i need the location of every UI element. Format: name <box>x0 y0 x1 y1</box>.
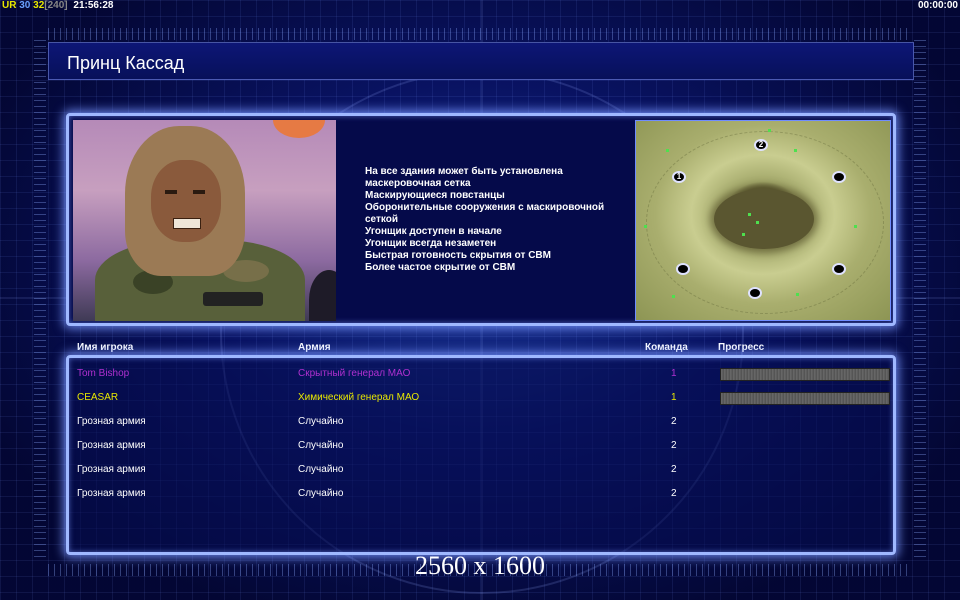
player-army: Скрытный генерал МАО <box>298 368 411 379</box>
ruler-top <box>48 28 912 40</box>
start-position-marker <box>832 263 846 275</box>
player-name: Грозная армия <box>77 416 146 427</box>
player-team: 2 <box>671 488 677 499</box>
start-position-marker: 2 <box>754 139 768 151</box>
general-trait-line: сеткой <box>365 214 399 225</box>
fps-bracket: [240] <box>44 0 68 11</box>
fps-label: UR <box>2 0 17 11</box>
player-progress-bar <box>720 392 890 405</box>
player-row[interactable]: Грозная армия Случайно 2 <box>69 437 893 455</box>
general-trait-line: Угонщик доступен в начале <box>365 226 502 237</box>
general-info-panel: На все здания может быть установлена мас… <box>66 113 896 326</box>
general-trait-line: Маскирующиеся повстанцы <box>365 190 505 201</box>
general-trait-line: Более частое скрытие от СВМ <box>365 262 516 273</box>
header-progress: Прогресс <box>718 342 765 353</box>
player-name: Грозная армия <box>77 488 146 499</box>
top-status-bar: UR 30 32[240] 21:56:28 00:00:00 <box>0 0 960 14</box>
general-trait-line: На все здания может быть установлена <box>365 166 563 177</box>
player-progress-bar <box>720 368 890 381</box>
player-team: 1 <box>671 392 677 403</box>
player-row[interactable]: Грозная армия Случайно 2 <box>69 485 893 503</box>
system-clock: 21:56:28 <box>73 0 114 11</box>
general-trait-line: Оборонительные сооружения с маскировочно… <box>365 202 605 213</box>
map-preview: 1 2 <box>635 120 891 321</box>
start-position-marker <box>748 287 762 299</box>
player-row[interactable]: CEASAR Химический генерал МАО 1 <box>69 389 893 407</box>
general-portrait <box>73 120 336 321</box>
player-army: Случайно <box>298 464 344 475</box>
header-player-name: Имя игрока <box>77 342 134 353</box>
player-name: Грозная армия <box>77 440 146 451</box>
fps-value-1: 30 <box>19 0 31 11</box>
ruler-right <box>914 40 926 560</box>
header-team: Команда <box>645 342 688 353</box>
players-panel: Tom Bishop Скрытный генерал МАО 1 CEASAR Хим… <box>66 355 896 555</box>
player-row[interactable]: Грозная армия Случайно 2 <box>69 413 893 431</box>
player-row[interactable]: Грозная армия Случайно 2 <box>69 461 893 479</box>
general-traits-list: На все здания может быть установлена мас… <box>365 166 635 274</box>
title-bar: Принц Кассад <box>48 42 914 80</box>
game-timer: 00:00:00 <box>917 0 958 11</box>
page-title: Принц Кассад <box>67 53 185 73</box>
ruler-left <box>34 40 46 560</box>
general-trait-line: маскеровочная сетка <box>365 178 471 189</box>
player-team: 2 <box>671 416 677 427</box>
player-army: Случайно <box>298 488 344 499</box>
start-position-marker <box>676 263 690 275</box>
player-name: CEASAR <box>77 392 119 403</box>
fps-counter: UR 30 32[240] 21:56:28 <box>2 0 113 12</box>
player-team: 2 <box>671 440 677 451</box>
player-army: Химический генерал МАО <box>298 392 420 403</box>
header-army: Армия <box>298 342 331 353</box>
player-row[interactable]: Tom Bishop Скрытный генерал МАО 1 <box>69 365 893 383</box>
player-army: Случайно <box>298 416 344 427</box>
general-trait-line: Угонщик всегда незаметен <box>365 238 497 249</box>
player-team: 2 <box>671 464 677 475</box>
general-trait-line: Быстрая готовность скрытия от СВМ <box>365 250 551 261</box>
start-position-marker <box>832 171 846 183</box>
player-team: 1 <box>671 368 677 379</box>
player-name: Грозная армия <box>77 464 146 475</box>
resolution-label: 2560 x 1600 <box>415 551 545 580</box>
player-name: Tom Bishop <box>77 368 130 379</box>
start-position-marker: 1 <box>672 171 686 183</box>
player-army: Случайно <box>298 440 344 451</box>
fps-value-2: 32 <box>33 0 45 11</box>
